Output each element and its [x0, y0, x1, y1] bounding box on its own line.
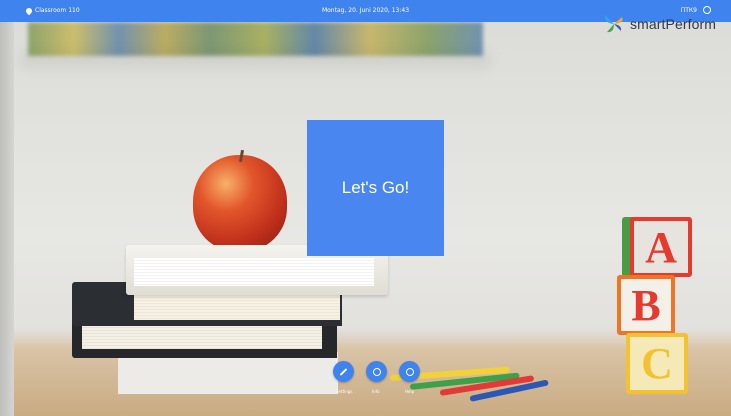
book-bottom	[118, 352, 338, 394]
help-icon	[405, 367, 414, 376]
window-frame	[0, 22, 14, 416]
help-button[interactable]	[399, 361, 420, 382]
book-pages	[134, 258, 374, 286]
help-button-label: Help	[405, 389, 415, 394]
device-label: ПТК9	[680, 6, 697, 14]
info-icon	[372, 367, 381, 376]
block-b: B	[617, 275, 675, 335]
apple-image	[193, 155, 287, 251]
block-a: A	[630, 217, 692, 277]
topbar-right: ПТК9	[681, 6, 711, 14]
wrench-icon	[339, 367, 348, 376]
butterfly-logo-icon	[604, 15, 623, 33]
book-pages	[82, 325, 322, 349]
lets-go-button[interactable]: Let's Go!	[307, 120, 444, 256]
settings-gear-icon[interactable]	[703, 6, 711, 14]
datetime-label: Montag, 20. Juni 2020, 13:43	[321, 7, 410, 14]
info-button[interactable]	[366, 361, 387, 382]
smartperform-logo: smartPerform	[604, 14, 716, 34]
book-pages	[134, 295, 340, 320]
wall-painting	[28, 22, 483, 56]
info-button-label: Info	[372, 389, 380, 394]
block-c: C	[626, 333, 688, 394]
painting-shadow	[20, 52, 490, 68]
lets-go-label: Let's Go!	[341, 178, 410, 197]
logo-text: smartPerform	[630, 16, 716, 32]
settings-button-label: Settings	[336, 389, 353, 394]
bottom-toolbar	[333, 361, 420, 382]
settings-button[interactable]	[333, 361, 354, 382]
